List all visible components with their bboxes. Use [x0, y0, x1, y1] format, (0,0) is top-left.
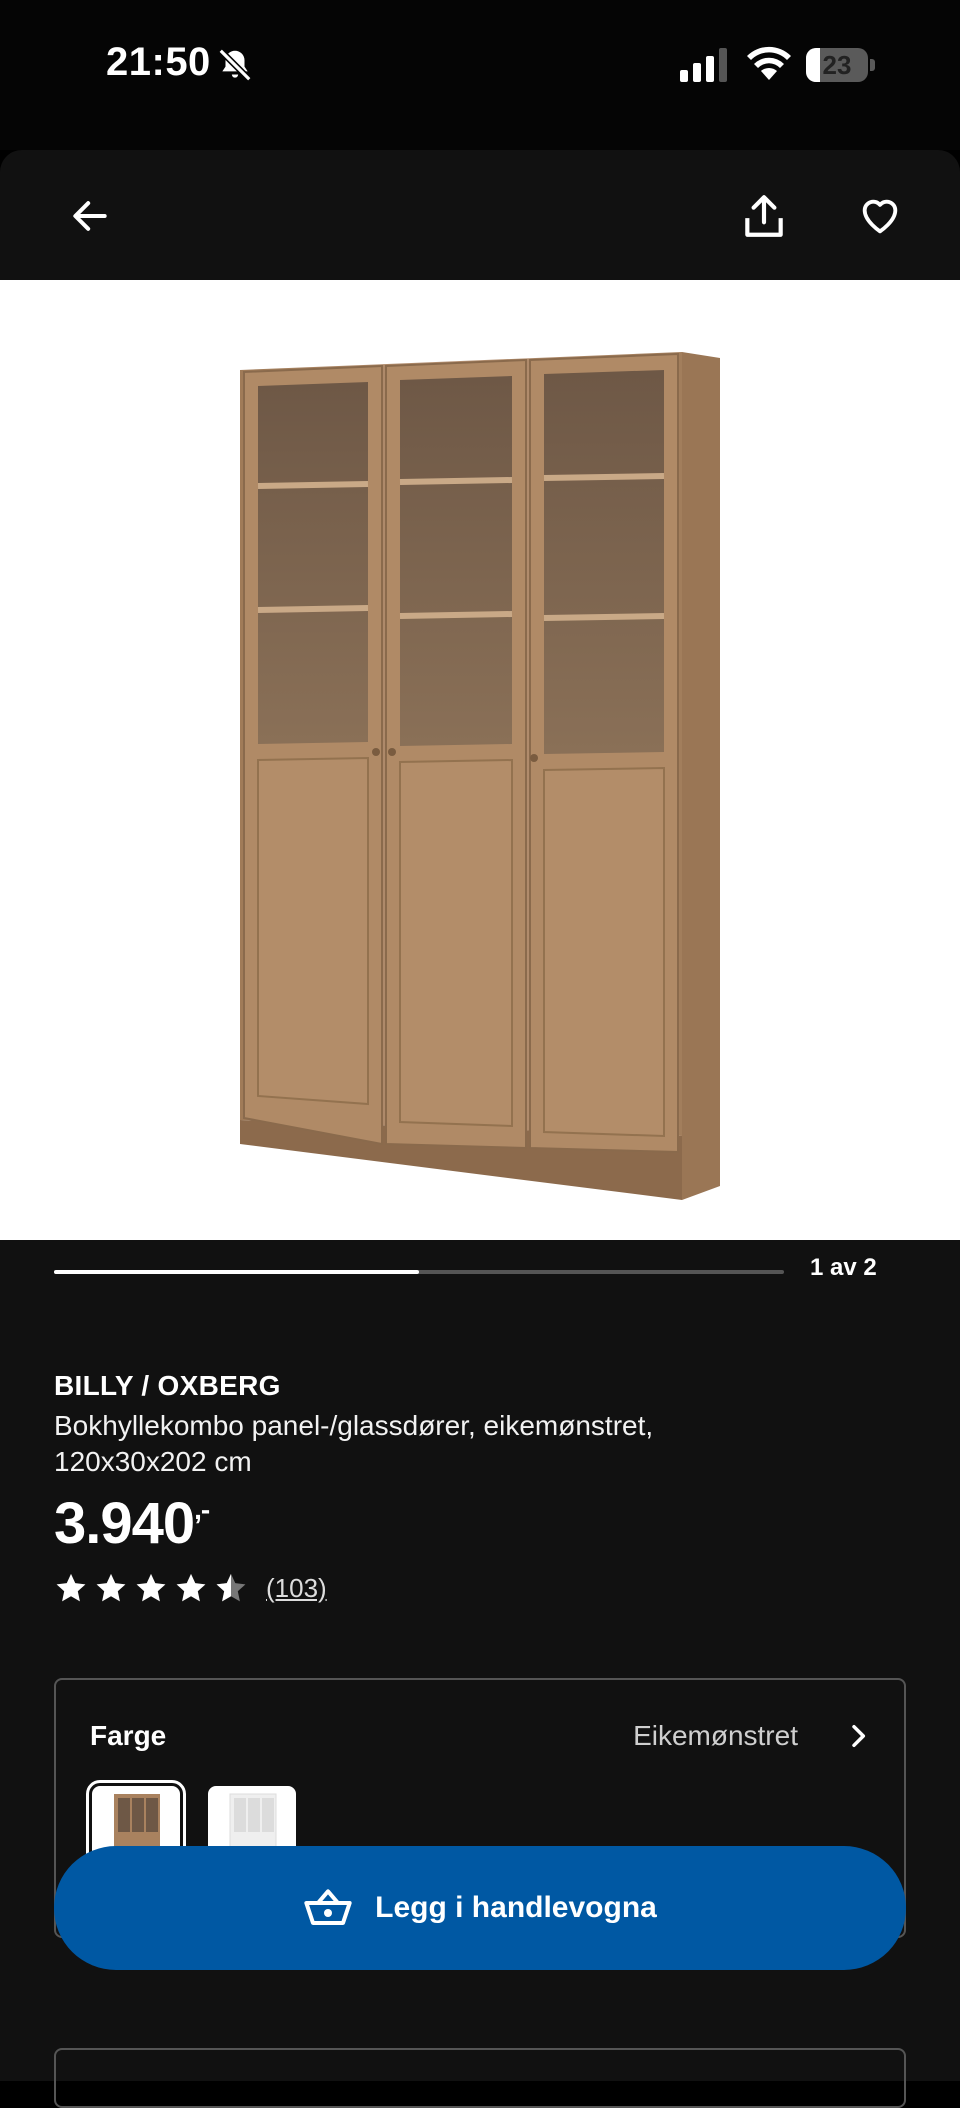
product-description: Bokhyllekombo panel-/glassdører, eikemøn… — [54, 1410, 654, 1477]
star-icon — [96, 1573, 126, 1602]
gallery-progress — [54, 1270, 784, 1274]
product-details: 1 av 2 BILLY / OXBERG Bokhyllekombo pane… — [0, 1240, 960, 2108]
arrow-left-icon — [73, 201, 107, 231]
star-icon — [56, 1573, 86, 1602]
top-navigation — [0, 150, 960, 280]
status-time: 21:50 — [106, 40, 211, 84]
page-indicator: 1 av 2 — [810, 1254, 877, 1281]
favorite-button[interactable] — [852, 188, 908, 244]
add-to-cart-label: Legg i handlevogna — [375, 1891, 657, 1924]
heart-icon — [862, 199, 898, 234]
rating[interactable]: (103) — [54, 1570, 327, 1606]
star-half-icon — [216, 1573, 246, 1602]
next-section-card[interactable] — [54, 2048, 906, 2108]
add-to-cart-button[interactable]: Legg i handlevogna — [54, 1846, 906, 1970]
share-icon — [745, 195, 783, 237]
star-icon — [136, 1573, 166, 1602]
star-icon — [176, 1573, 206, 1602]
product-name: BILLY / OXBERG — [54, 1370, 281, 1401]
product-image-gallery[interactable] — [0, 280, 960, 1240]
product-image — [240, 352, 720, 1200]
basket-icon — [304, 1889, 352, 1925]
color-label: Farge — [90, 1720, 167, 1751]
color-value: Eikemønstret — [633, 1720, 798, 1751]
bell-slash-icon — [218, 48, 252, 82]
status-bar: 21:50 23 — [0, 0, 960, 150]
review-count-link[interactable]: (103) — [266, 1573, 327, 1604]
battery-icon: 23 — [806, 48, 876, 82]
battery-level: 23 — [822, 50, 852, 80]
chevron-right-icon[interactable] — [842, 1720, 874, 1752]
share-button[interactable] — [736, 188, 792, 244]
wifi-icon — [747, 46, 791, 80]
price: 3.940,- — [54, 1490, 210, 1557]
price-value: 3.940 — [54, 1491, 195, 1556]
back-button[interactable] — [62, 188, 118, 244]
price-suffix: ,- — [194, 1494, 210, 1525]
signal-icon — [680, 48, 727, 82]
